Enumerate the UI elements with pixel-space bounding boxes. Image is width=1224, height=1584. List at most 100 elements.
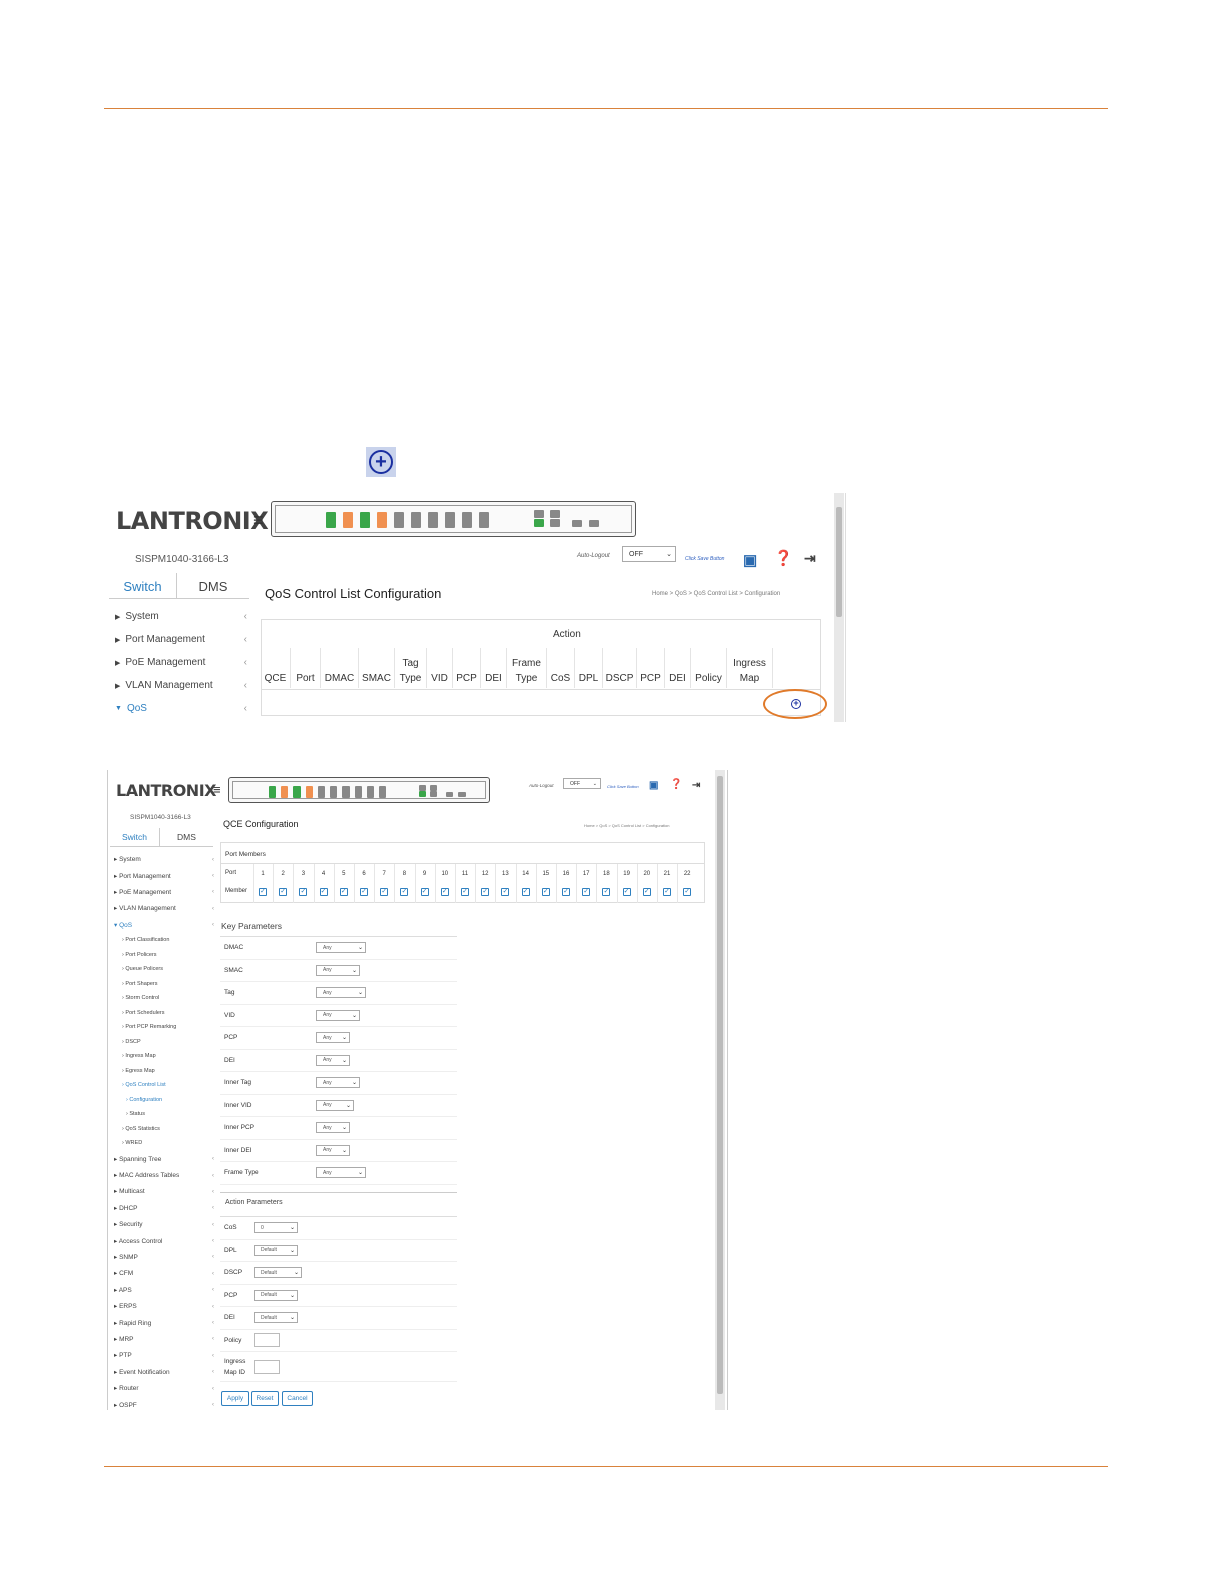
cancel-button[interactable]: Cancel xyxy=(282,1391,313,1406)
sidebar-item[interactable]: › WRED xyxy=(114,1136,214,1151)
port-member-checkbox[interactable]: ✓ xyxy=(440,888,449,896)
parameter-select[interactable]: Any ⌄ xyxy=(316,942,366,954)
parameter-select[interactable]: Default ⌄ xyxy=(254,1267,302,1279)
sidebar-item[interactable]: ▶ Port Management ‹ xyxy=(115,628,247,651)
sidebar-item[interactable]: ▾ QoS ‹ xyxy=(114,917,214,933)
auto-logout-select[interactable]: OFF ⌄ xyxy=(622,546,676,562)
sidebar-item[interactable]: › Ingress Map xyxy=(114,1049,214,1064)
parameter-input[interactable] xyxy=(254,1333,280,1348)
sidebar-item[interactable]: ▶ PoE Management ‹ xyxy=(115,651,247,674)
sidebar-item[interactable]: › Port Classification xyxy=(114,933,214,948)
port-member-checkbox[interactable]: ✓ xyxy=(562,888,570,896)
parameter-input[interactable] xyxy=(254,1359,280,1374)
parameter-select[interactable]: Any ⌄ xyxy=(316,1144,350,1156)
parameter-select[interactable]: Default ⌄ xyxy=(254,1312,298,1324)
sidebar-item[interactable]: ▸ Multicast ‹ xyxy=(114,1183,214,1199)
sidebar-item[interactable]: ▸ PoE Management ‹ xyxy=(114,884,214,900)
sidebar-item[interactable]: ▸ OSPF ‹ xyxy=(114,1396,214,1410)
save-icon[interactable]: ▣ xyxy=(743,551,757,569)
auto-logout-select[interactable]: OFF ⌄ xyxy=(563,778,601,789)
port-member-checkbox[interactable]: ✓ xyxy=(259,888,267,896)
port-member-checkbox[interactable]: ✓ xyxy=(420,888,429,896)
sidebar-item[interactable]: › Port Shapers xyxy=(114,976,214,991)
menu-icon[interactable]: ≡ xyxy=(253,510,264,531)
port-member-checkbox[interactable]: ✓ xyxy=(521,888,530,896)
parameter-select[interactable]: Any ⌄ xyxy=(316,1009,360,1021)
tab-dms[interactable]: DMS xyxy=(177,573,249,598)
sidebar-item[interactable]: › Port Schedulers xyxy=(114,1005,214,1020)
port-member-checkbox[interactable]: ✓ xyxy=(461,888,469,896)
sidebar-item[interactable]: ▸ SNMP ‹ xyxy=(114,1249,214,1265)
save-icon[interactable]: ▣ xyxy=(649,780,658,791)
save-link[interactable]: Click Save Button xyxy=(685,556,724,562)
help-icon[interactable]: ❓ xyxy=(670,779,682,790)
logout-icon[interactable]: ⇥ xyxy=(692,780,700,791)
sidebar-item[interactable]: › Status xyxy=(114,1107,214,1122)
sidebar-item[interactable]: ▸ System ‹ xyxy=(114,851,214,867)
sidebar-item[interactable]: ▸ Router ‹ xyxy=(114,1380,214,1396)
parameter-select[interactable]: Any ⌄ xyxy=(316,1032,350,1044)
port-member-checkbox[interactable]: ✓ xyxy=(602,888,611,896)
port-member-checkbox[interactable]: ✓ xyxy=(360,888,368,896)
parameter-select[interactable]: Any ⌄ xyxy=(316,1054,350,1066)
port-member-checkbox[interactable]: ✓ xyxy=(642,888,651,896)
sidebar-item[interactable]: › QoS Statistics xyxy=(114,1121,214,1136)
sidebar-item[interactable]: › Configuration xyxy=(114,1092,214,1107)
sidebar-item[interactable]: › Storm Control xyxy=(114,991,214,1006)
port-member-checkbox[interactable]: ✓ xyxy=(663,888,671,896)
parameter-select[interactable]: Any ⌄ xyxy=(316,987,366,999)
save-link[interactable]: Click Save Button xyxy=(607,784,639,789)
sidebar-item[interactable]: ▸ Spanning Tree ‹ xyxy=(114,1150,214,1166)
add-qce-icon[interactable]: + xyxy=(791,699,801,709)
parameter-select[interactable]: Any ⌄ xyxy=(316,1167,366,1179)
sidebar-item[interactable]: ▸ Access Control ‹ xyxy=(114,1232,214,1248)
scrollbar[interactable] xyxy=(834,493,844,722)
sidebar-item[interactable]: ▸ MRP ‹ xyxy=(114,1331,214,1347)
port-member-checkbox[interactable]: ✓ xyxy=(299,888,308,896)
sidebar-item[interactable]: ▸ Event Notification ‹ xyxy=(114,1364,214,1380)
parameter-select[interactable]: Default ⌄ xyxy=(254,1244,298,1256)
logout-icon[interactable]: ⇥ xyxy=(804,550,816,567)
sidebar-item[interactable]: ▶ VLAN Management ‹ xyxy=(115,674,247,697)
sidebar-item[interactable]: ▸ MAC Address Tables ‹ xyxy=(114,1167,214,1183)
sidebar-item[interactable]: ▸ DHCP ‹ xyxy=(114,1200,214,1216)
sidebar-item[interactable]: ▸ CFM ‹ xyxy=(114,1265,214,1281)
sidebar-item[interactable]: › Egress Map xyxy=(114,1063,214,1078)
sidebar-item[interactable]: › QoS Control List xyxy=(114,1078,214,1093)
sidebar-item[interactable]: › Queue Policers xyxy=(114,962,214,977)
menu-icon[interactable]: ≡ xyxy=(213,782,221,797)
sidebar-item[interactable]: ▸ APS ‹ xyxy=(114,1282,214,1298)
scrollbar[interactable] xyxy=(715,770,725,1410)
help-icon[interactable]: ❓ xyxy=(774,549,793,567)
sidebar-item[interactable]: ▸ Port Management ‹ xyxy=(114,867,214,883)
port-member-checkbox[interactable]: ✓ xyxy=(582,888,591,896)
tab-switch[interactable]: Switch xyxy=(110,828,160,846)
port-member-checkbox[interactable]: ✓ xyxy=(319,888,328,896)
apply-button[interactable]: Apply xyxy=(221,1391,249,1406)
sidebar-item[interactable]: ▸ ERPS ‹ xyxy=(114,1298,214,1314)
parameter-select[interactable]: Any ⌄ xyxy=(316,964,360,976)
port-member-checkbox[interactable]: ✓ xyxy=(380,888,389,896)
tab-switch[interactable]: Switch xyxy=(109,573,177,598)
parameter-select[interactable]: 0 ⌄ xyxy=(254,1222,298,1234)
parameter-select[interactable]: Any ⌄ xyxy=(316,1122,350,1134)
tab-dms[interactable]: DMS xyxy=(160,828,213,846)
port-member-checkbox[interactable]: ✓ xyxy=(279,888,288,896)
sidebar-item[interactable]: ▸ Security ‹ xyxy=(114,1216,214,1232)
sidebar-item[interactable]: ▶ System ‹ xyxy=(115,605,247,628)
sidebar-item[interactable]: ▼ QoS ‹ xyxy=(115,697,247,720)
port-member-checkbox[interactable]: ✓ xyxy=(501,888,510,896)
parameter-select[interactable]: Default ⌄ xyxy=(254,1289,298,1301)
sidebar-item[interactable]: ▸ PTP ‹ xyxy=(114,1347,214,1363)
reset-button[interactable]: Reset xyxy=(251,1391,279,1406)
sidebar-item[interactable]: › Port PCP Remarking xyxy=(114,1020,214,1035)
sidebar-item[interactable]: ▸ Rapid Ring ‹ xyxy=(114,1314,214,1330)
sidebar-item[interactable]: › Port Policers xyxy=(114,947,214,962)
port-member-checkbox[interactable]: ✓ xyxy=(683,888,692,896)
sidebar-item[interactable]: ▸ VLAN Management ‹ xyxy=(114,900,214,916)
port-member-checkbox[interactable]: ✓ xyxy=(541,888,550,896)
parameter-select[interactable]: Any ⌄ xyxy=(316,1099,354,1111)
parameter-select[interactable]: Any ⌄ xyxy=(316,1077,360,1089)
port-member-checkbox[interactable]: ✓ xyxy=(339,888,348,896)
sidebar-item[interactable]: › DSCP xyxy=(114,1034,214,1049)
